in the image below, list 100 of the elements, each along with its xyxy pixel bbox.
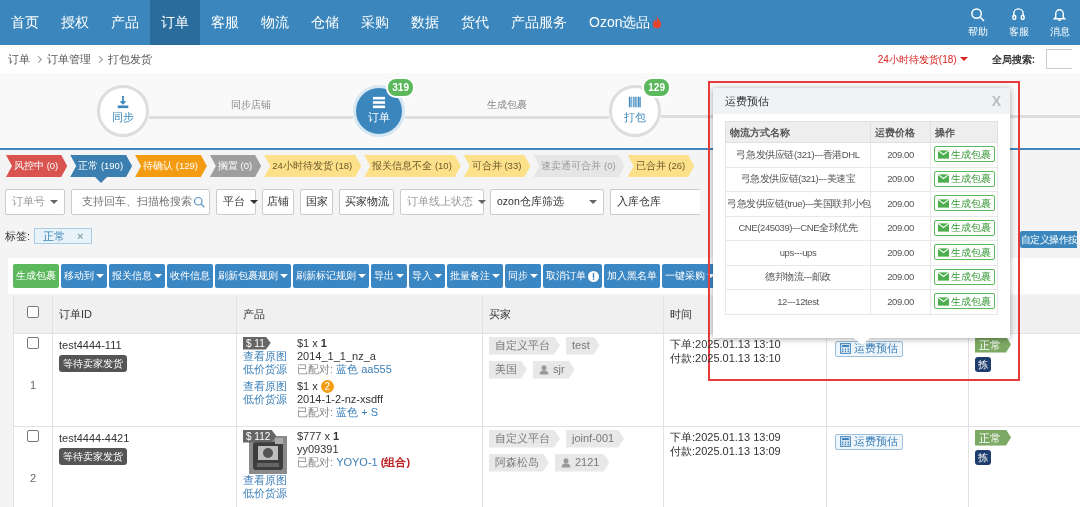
caret-icon bbox=[250, 200, 258, 204]
product-link[interactable]: 低价货源 bbox=[243, 392, 291, 406]
country-tag: 美国 bbox=[489, 360, 527, 379]
select-field[interactable]: 订单线上状态 bbox=[400, 189, 484, 215]
toolbar-icon-button[interactable]: 帮助 bbox=[957, 0, 998, 45]
step-button[interactable]: 同步 bbox=[97, 84, 149, 137]
shipping-price: 209.00 bbox=[870, 167, 931, 192]
generate-package-button[interactable]: 生成包裹 bbox=[933, 219, 995, 236]
nav-item[interactable]: 物流 bbox=[250, 0, 300, 45]
search-field[interactable]: 支持回车、扫描枪搜索 bbox=[71, 189, 210, 215]
freight-estimate-button[interactable]: 运费预估 bbox=[835, 340, 903, 357]
dropdown-button[interactable]: 平台 bbox=[216, 189, 256, 215]
column-header: 运费价格 bbox=[870, 121, 931, 143]
paired-label: 已配对: bbox=[297, 405, 334, 418]
tag-label: 标签: bbox=[5, 228, 31, 244]
envelope-icon bbox=[937, 272, 949, 282]
toolbar-button[interactable]: 加入黑名单 bbox=[604, 264, 660, 288]
envelope-icon bbox=[937, 296, 949, 306]
toolbar-icon-button[interactable]: 消息 bbox=[1039, 0, 1080, 45]
toolbar-button[interactable]: 刷新包裹规则 bbox=[215, 264, 291, 288]
toolbar-button[interactable]: 生成包裹 bbox=[13, 264, 59, 288]
urgent-orders-link[interactable]: 24小时待发货(18) bbox=[877, 51, 968, 67]
price-tag: $ 11 bbox=[243, 336, 271, 350]
select-field[interactable]: ozon仓库筛选 bbox=[490, 189, 604, 215]
caret-icon bbox=[50, 200, 58, 204]
toolbar-button[interactable]: 取消订单 bbox=[543, 264, 602, 288]
toolbar-icon-button[interactable]: 客服 bbox=[998, 0, 1039, 45]
input-field[interactable]: 入库仓库 bbox=[610, 189, 700, 215]
paired-label: 已配对: bbox=[297, 362, 334, 375]
shipping-price: 209.00 bbox=[870, 289, 931, 314]
toolbar-button[interactable]: 刷新标记规则 bbox=[293, 264, 369, 288]
caret-icon bbox=[959, 57, 968, 61]
caret-icon bbox=[280, 274, 288, 278]
product-link[interactable]: 低价货源 bbox=[243, 362, 291, 376]
nav-item[interactable]: 数据 bbox=[400, 0, 450, 45]
price-tag: $ 112 bbox=[243, 429, 277, 443]
column-header: 订单ID bbox=[52, 296, 237, 333]
nav-item[interactable]: 首页 bbox=[0, 0, 50, 45]
filter-button[interactable]: 店铺 bbox=[262, 189, 294, 215]
paired-sku-link[interactable]: YOYO-1 bbox=[336, 455, 378, 468]
step-connector-label: 同步店铺 bbox=[231, 97, 271, 112]
toolbar-button[interactable]: 同步 bbox=[505, 264, 541, 288]
generate-package-button[interactable]: 生成包裹 bbox=[933, 268, 995, 285]
nav-item[interactable]: 产品服务 bbox=[500, 0, 578, 45]
shipping-method: 12---12test bbox=[725, 289, 871, 314]
column-header: 物流方式名称 bbox=[725, 121, 871, 143]
nav-item[interactable]: 采购 bbox=[350, 0, 400, 45]
nav-item[interactable]: 订单 bbox=[150, 0, 200, 45]
paired-label: 已配对: bbox=[297, 455, 334, 468]
unit-price: $1 x bbox=[297, 336, 318, 349]
product-link[interactable]: 低价货源 bbox=[243, 486, 291, 500]
caret-icon bbox=[96, 274, 104, 278]
tag-text: 正常 bbox=[43, 228, 66, 244]
count-badge: 319 bbox=[386, 76, 415, 98]
toolbar-button[interactable]: 收件信息 bbox=[167, 264, 213, 288]
paired-sku-link[interactable]: 蓝色 aa555 bbox=[336, 362, 392, 375]
toolbar-button[interactable]: 导出 bbox=[371, 264, 407, 288]
barcode-icon bbox=[627, 95, 643, 110]
nav-item[interactable]: 授权 bbox=[50, 0, 100, 45]
breadcrumb-item[interactable]: 订单管理 bbox=[47, 50, 91, 68]
toolbar-button[interactable]: 导入 bbox=[409, 264, 445, 288]
breadcrumb-item[interactable]: 打包发货 bbox=[108, 50, 152, 68]
shipping-method: CNE(245039)---CNE全球优先 bbox=[725, 216, 871, 241]
remove-icon[interactable]: × bbox=[77, 227, 84, 245]
nav-item[interactable]: 产品 bbox=[100, 0, 150, 45]
filter-button[interactable]: 买家物流 bbox=[339, 189, 394, 215]
toolbar-button[interactable]: 移动到 bbox=[61, 264, 107, 288]
quantity-badge: 2 bbox=[320, 379, 334, 393]
generate-package-button[interactable]: 生成包裹 bbox=[933, 195, 995, 212]
checkbox[interactable] bbox=[27, 429, 39, 442]
platform-tag: 自定义平台 bbox=[489, 429, 560, 448]
toolbar-button[interactable]: 批量备注 bbox=[447, 264, 503, 288]
pick-badge: 拣 bbox=[975, 450, 991, 465]
filter-button[interactable]: 国家 bbox=[300, 189, 333, 215]
product-link[interactable]: 查看原图 bbox=[243, 473, 291, 487]
envelope-icon bbox=[937, 149, 949, 159]
row-number: 2 bbox=[28, 471, 38, 486]
nav-item[interactable]: 仓储 bbox=[300, 0, 350, 45]
nav-item[interactable]: 客服 bbox=[200, 0, 250, 45]
freight-estimate-button[interactable]: 运费预估 bbox=[835, 433, 903, 450]
row-number: 1 bbox=[28, 378, 38, 393]
caret-icon bbox=[434, 274, 442, 278]
order-time: 付款:2025.01.13 13:09 bbox=[670, 443, 782, 458]
nav-item[interactable]: 货代 bbox=[450, 0, 500, 45]
checkbox[interactable] bbox=[27, 336, 39, 349]
toolbar-button[interactable]: 报关信息 bbox=[109, 264, 165, 288]
paired-sku-link[interactable]: 蓝色 + S bbox=[336, 405, 378, 418]
generate-package-button[interactable]: 生成包裹 bbox=[933, 244, 995, 261]
generate-package-button[interactable]: 生成包裹 bbox=[933, 146, 995, 163]
nav-item[interactable]: Ozon选品 bbox=[578, 0, 674, 45]
global-search-field[interactable] bbox=[1046, 49, 1072, 69]
breadcrumb-item[interactable]: 订单 bbox=[8, 50, 30, 68]
quantity: 1 bbox=[320, 336, 327, 349]
checkbox[interactable] bbox=[27, 306, 39, 318]
generate-package-button[interactable]: 生成包裹 bbox=[933, 170, 995, 187]
select-field[interactable]: 订单号 bbox=[5, 189, 65, 215]
product-link[interactable]: 查看原图 bbox=[243, 379, 291, 393]
product-link[interactable]: 查看原图 bbox=[243, 349, 291, 363]
generate-package-button[interactable]: 生成包裹 bbox=[933, 293, 995, 310]
order-id: test4444-111 bbox=[59, 337, 123, 353]
